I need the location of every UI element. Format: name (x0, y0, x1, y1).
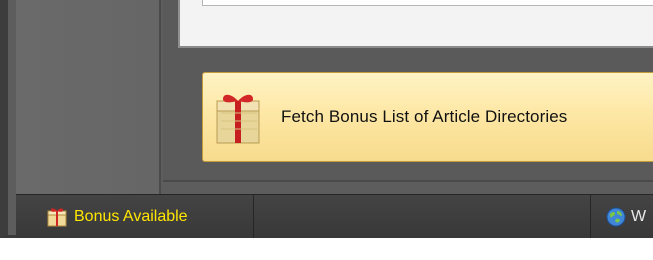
app-window: Fetch Bonus List of Article Directories … (0, 0, 653, 238)
bonus-available-status[interactable]: Bonus Available (16, 195, 254, 238)
web-status-label: W (631, 207, 647, 225)
left-rail (16, 0, 161, 194)
globe-icon (606, 207, 626, 226)
content-inner-box (202, 0, 653, 6)
fetch-bonus-list-button[interactable]: Fetch Bonus List of Article Directories (202, 72, 653, 162)
fetch-bonus-list-label: Fetch Bonus List of Article Directories (281, 107, 568, 126)
gift-icon (211, 85, 271, 149)
gift-icon (47, 207, 67, 226)
web-status-panel[interactable]: W (590, 195, 653, 238)
statusbar: Bonus Available W (16, 194, 653, 238)
gift-icon (216, 94, 260, 144)
content-frame (178, 0, 653, 48)
bonus-available-label: Bonus Available (74, 207, 188, 225)
